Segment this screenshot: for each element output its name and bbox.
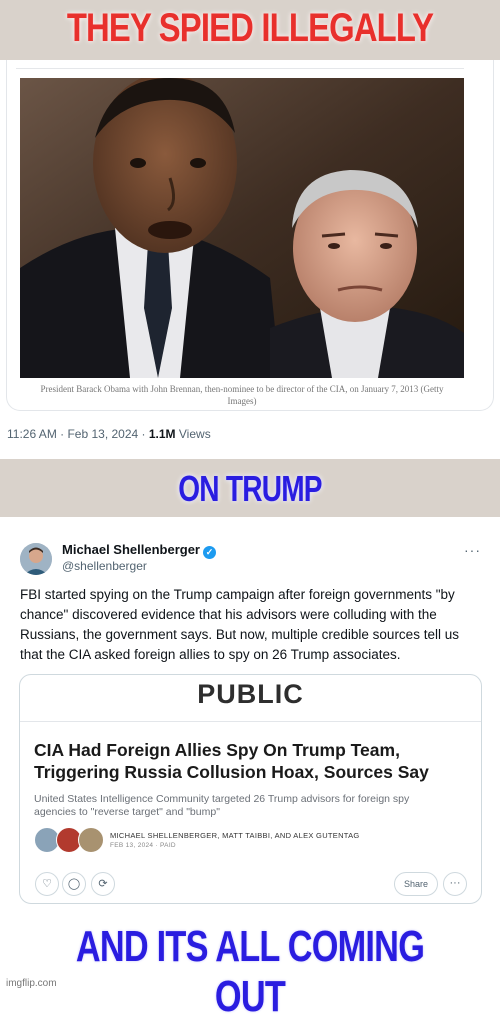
reply-icon[interactable]: ◯ [62, 872, 86, 896]
post-meta: 11:26 AM · Feb 13, 2024 · 1.1M Views [7, 427, 211, 441]
author-handle[interactable]: @shellenberger [62, 559, 147, 573]
author-name-text[interactable]: Michael Shellenberger [62, 542, 200, 557]
more-options-button[interactable]: ··· [443, 872, 467, 896]
repost-icon[interactable]: ⟳ [91, 872, 115, 896]
photo-caption: President Barack Obama with John Brennan… [40, 384, 444, 406]
like-icon[interactable]: ♡ [35, 872, 59, 896]
bottom-caption: AND ITS ALL COMING OUT [75, 922, 425, 1021]
tweet-text: FBI started spying on the Trump campaign… [20, 587, 459, 662]
imgflip-watermark: imgflip.com [6, 978, 57, 989]
publication-header: PUBLIC [20, 675, 481, 722]
author-avatar [78, 827, 104, 853]
link-preview-card[interactable]: PUBLIC CIA Had Foreign Allies Spy On Tru… [19, 674, 482, 904]
views-count: 1.1M [148, 427, 176, 441]
publication-logo: PUBLIC [197, 679, 304, 709]
post-timestamp: 11:26 AM · Feb 13, 2024 · [7, 427, 149, 441]
article-subtitle: United States Intelligence Community tar… [34, 793, 410, 818]
author-name[interactable]: Michael Shellenberger ✓ [62, 542, 216, 559]
divider [16, 68, 464, 69]
article-headline[interactable]: CIA Had Foreign Allies Spy On Trump Team… [34, 739, 474, 783]
top-caption: THEY SPIED ILLEGALLY [66, 6, 434, 50]
views-label: Views [175, 427, 211, 441]
article-authors: MICHAEL SHELLENBERGER, MATT TAIBBI, AND … [110, 831, 360, 840]
share-button[interactable]: Share [394, 872, 438, 896]
more-dots-icon[interactable]: ··· [464, 542, 481, 558]
avatar[interactable] [20, 543, 52, 575]
middle-caption: ON TRUMP [178, 468, 322, 509]
article-date: FEB 13, 2024 · PAID [110, 842, 176, 849]
verified-badge-icon: ✓ [203, 546, 216, 559]
author-avatars [34, 827, 104, 853]
news-photo [20, 78, 464, 378]
